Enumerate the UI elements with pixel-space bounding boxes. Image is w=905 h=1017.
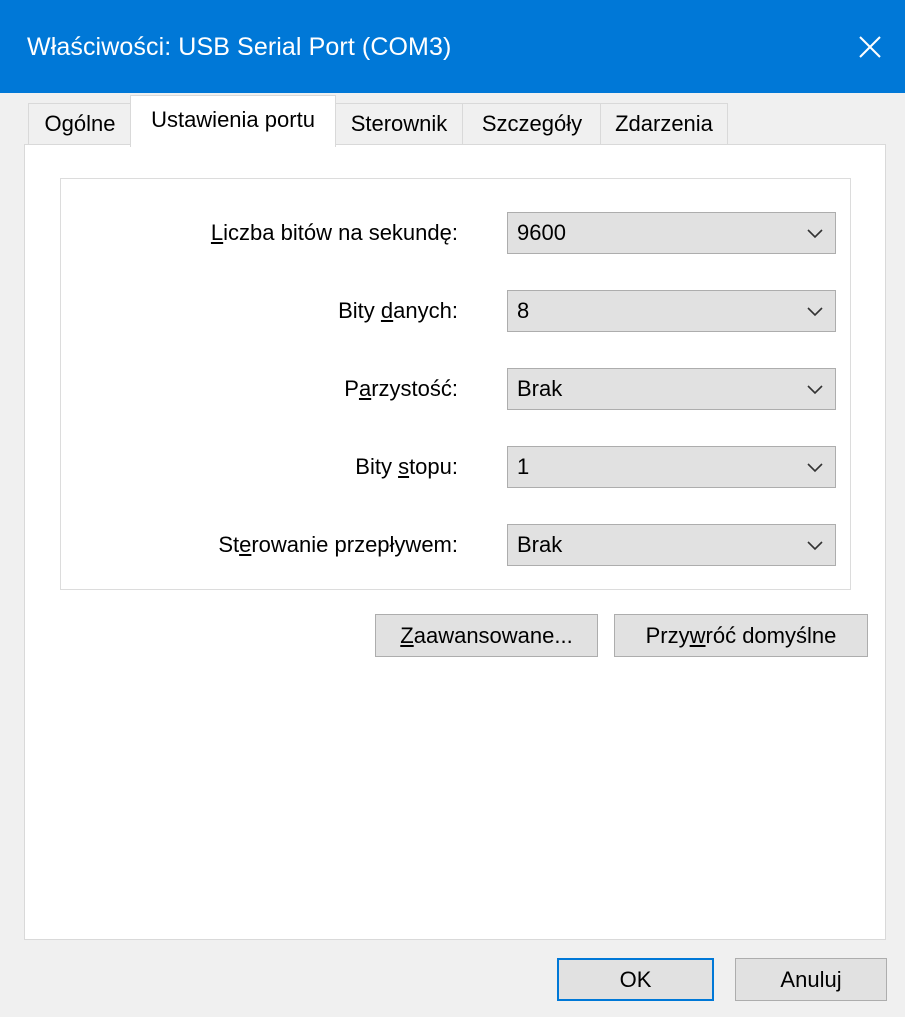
port-settings-panel: Liczba bitów na sekundę: 9600 Bity danyc…	[24, 144, 886, 940]
ok-button[interactable]: OK	[557, 958, 714, 1001]
parity-label: Parzystość:	[344, 376, 458, 401]
cancel-button[interactable]: Anuluj	[735, 958, 887, 1001]
window-title: Właściwości: USB Serial Port (COM3)	[27, 33, 452, 61]
data-bits-value: 8	[517, 298, 530, 323]
chevron-down-icon	[807, 385, 823, 395]
tab-driver[interactable]: Sterownik	[334, 103, 464, 145]
baud-rate-value: 9600	[517, 220, 566, 245]
properties-dialog: Właściwości: USB Serial Port (COM3) Ogól…	[0, 0, 905, 1017]
chevron-down-icon	[807, 541, 823, 551]
tab-label: Zdarzenia	[615, 111, 713, 136]
flow-control-value: Brak	[517, 532, 563, 557]
data-bits-select[interactable]: 8	[507, 290, 836, 332]
advanced-button[interactable]: Zaawansowane...	[375, 614, 598, 657]
chevron-down-icon	[807, 307, 823, 317]
stop-bits-label: Bity stopu:	[355, 454, 458, 479]
tab-label: Sterownik	[350, 111, 448, 136]
close-button[interactable]	[835, 0, 905, 93]
chevron-down-icon	[807, 463, 823, 473]
tab-port-settings[interactable]: Ustawienia portu	[130, 95, 336, 147]
tab-label: Ustawienia portu	[151, 107, 315, 132]
parity-select[interactable]: Brak	[507, 368, 836, 410]
tab-label: Szczegóły	[481, 111, 583, 136]
parity-value: Brak	[517, 376, 563, 401]
chevron-down-icon	[807, 229, 823, 239]
tab-general[interactable]: Ogólne	[28, 103, 132, 145]
stop-bits-value: 1	[517, 454, 530, 479]
tab-events[interactable]: Zdarzenia	[600, 103, 728, 145]
baud-rate-label: Liczba bitów na sekundę:	[210, 220, 458, 245]
port-settings-group: Liczba bitów na sekundę: 9600 Bity danyc…	[60, 178, 851, 590]
flow-control-select[interactable]: Brak	[507, 524, 836, 566]
tab-label: Ogólne	[44, 111, 116, 136]
title-bar[interactable]: Właściwości: USB Serial Port (COM3)	[0, 0, 905, 93]
data-bits-label: Bity danych:	[338, 298, 458, 323]
tab-details[interactable]: Szczegóły	[462, 103, 602, 145]
stop-bits-select[interactable]: 1	[507, 446, 836, 488]
flow-control-label: Sterowanie przepływem:	[218, 532, 458, 557]
restore-defaults-button[interactable]: Przywróć domyślne	[614, 614, 868, 657]
close-icon	[859, 35, 881, 58]
baud-rate-select[interactable]: 9600	[507, 212, 836, 254]
